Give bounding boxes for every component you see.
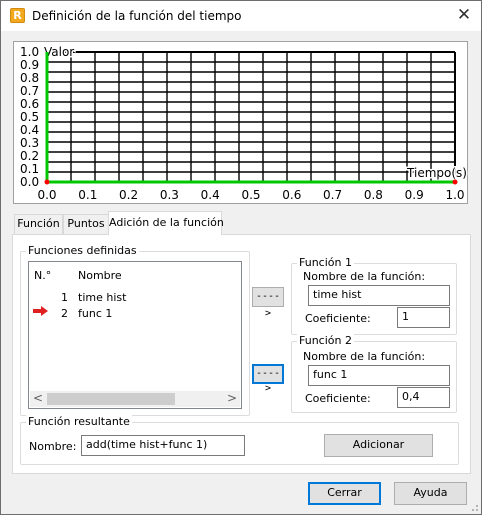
function2-coef-label: Coeficiente:	[305, 392, 371, 405]
y-tick-label: 0.0	[20, 175, 39, 189]
function1-name-label: Nombre de la función:	[303, 270, 426, 283]
result-name-label: Nombre:	[29, 440, 77, 453]
function2-name-label: Nombre de la función:	[303, 350, 426, 363]
y-tick-label: 0.9	[20, 58, 39, 72]
list-item-number: 1	[61, 291, 68, 304]
ayuda-button[interactable]: Ayuda	[394, 482, 467, 505]
list-item-number: 2	[61, 307, 68, 320]
resize-grip-icon[interactable]	[469, 502, 479, 512]
function2-name-field[interactable]: func 1	[308, 365, 450, 386]
function1-coef-label: Coeficiente:	[305, 312, 371, 325]
y-tick-label: 0.4	[20, 123, 39, 137]
tab-funcion[interactable]: Función	[14, 214, 63, 234]
list-item-name: func 1	[78, 307, 113, 320]
list-item-name: time hist	[78, 291, 127, 304]
tab-adicion-funcion[interactable]: Adición de la función	[108, 211, 224, 235]
function2-coef-field[interactable]: 0,4	[397, 387, 450, 408]
function1-coef-field[interactable]: 1	[397, 307, 450, 328]
cerrar-button[interactable]: Cerrar	[308, 482, 381, 505]
horizontal-scrollbar[interactable]: < >	[30, 391, 240, 407]
scroll-left-icon[interactable]: <	[30, 391, 46, 407]
x-tick-label: 0.2	[119, 188, 138, 202]
y-tick-label: 0.2	[20, 149, 39, 163]
x-axis-label: Tiempo(s)	[406, 166, 467, 180]
y-tick-label: 0.8	[20, 71, 39, 85]
defined-functions-list[interactable]: N.° Nombre 1 time hist 2 func 1 < >	[28, 261, 242, 409]
title-bar: R Definición de la función del tiempo ✕	[1, 1, 481, 31]
dialog-window: R Definición de la función del tiempo ✕ …	[0, 0, 482, 515]
y-tick-label: 0.3	[20, 136, 39, 150]
defined-functions-legend: Funciones definidas	[26, 244, 139, 257]
y-tick-label: 0.7	[20, 84, 39, 98]
data-point-marker	[44, 179, 50, 185]
app-icon: R	[10, 8, 25, 23]
x-tick-label: 0.0	[37, 188, 56, 202]
add-function2-arrow-button[interactable]: ---->	[252, 364, 284, 394]
x-tick-label: 0.3	[160, 188, 179, 202]
function1-legend: Función 1	[297, 256, 354, 269]
chart-svg: 0.00.10.20.30.40.50.60.70.80.91.00.0 0.1 0…	[20, 44, 469, 203]
function1-name-field[interactable]: time hist	[308, 285, 450, 306]
result-name-field[interactable]: add(time hist+func 1)	[81, 435, 245, 456]
tab-puntos[interactable]: Puntos	[63, 214, 109, 234]
column-header-name[interactable]: Nombre	[78, 269, 122, 282]
x-tick-label: 0.9	[405, 188, 424, 202]
window-title: Definición de la función del tiempo	[32, 9, 242, 23]
x-tick-label: 0.5	[241, 188, 260, 202]
y-tick-label: 1.0	[20, 45, 39, 59]
column-header-number[interactable]: N.°	[34, 269, 51, 282]
x-tick-label: 1.0	[445, 188, 464, 202]
x-tick-label: 0.8	[364, 188, 383, 202]
x-tick-label: 0.7	[323, 188, 342, 202]
red-arrow-icon	[33, 306, 48, 316]
scroll-thumb[interactable]	[47, 393, 175, 405]
scroll-right-icon[interactable]: >	[224, 391, 240, 407]
x-tick-label: 0.6	[282, 188, 301, 202]
time-function-chart: 0.0 0.1 0.2 0.3 0.4 0.5 0.6 0.7 0.8 0.9 1.0 0.0 0.1 0…	[13, 41, 469, 204]
adicionar-button[interactable]: Adicionar	[324, 434, 433, 457]
add-function1-arrow-button[interactable]: ---->	[252, 287, 284, 319]
x-tick-label: 0.4	[201, 188, 220, 202]
function2-legend: Función 2	[297, 334, 354, 347]
close-icon[interactable]: ✕	[447, 1, 481, 31]
y-tick-label: 0.5	[20, 110, 39, 124]
y-tick-label: 0.1	[20, 162, 39, 176]
result-function-legend: Función resultante	[26, 415, 132, 428]
x-tick-label: 0.1	[78, 188, 97, 202]
y-axis-label: Valor	[44, 45, 74, 59]
tab-panel-adicion: Funciones definidas N.° Nombre 1 time hi…	[12, 234, 471, 474]
y-tick-label: 0.6	[20, 97, 39, 111]
data-point-marker	[452, 179, 458, 185]
